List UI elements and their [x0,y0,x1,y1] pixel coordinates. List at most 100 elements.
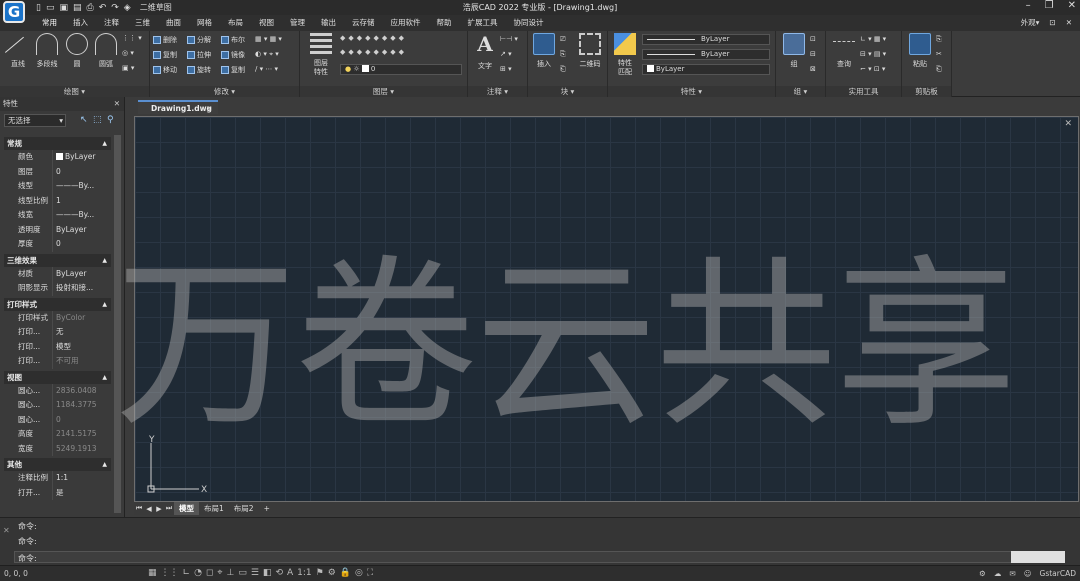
props-section-header[interactable]: 三维效果 ▲ [4,253,111,267]
collapse-icon[interactable]: ▲ [102,458,107,471]
mirror-button[interactable]: 镜像 [221,50,245,60]
fullscreen-icon[interactable]: ⛶ [367,568,373,578]
tab-insert[interactable]: 插入 [65,15,96,31]
tab-3d[interactable]: 三维 [127,15,158,31]
tab-output[interactable]: 输出 [313,15,344,31]
command-input[interactable]: 命令: [14,551,1064,563]
props-section-header[interactable]: 常规 ▲ [4,137,111,150]
property-row[interactable]: 宽度 5249.1913 [4,441,111,456]
scale-readout[interactable]: 1:1 [297,568,311,578]
rotate-button[interactable]: 旋转 [187,65,211,75]
lweight-icon[interactable]: ☰ [251,568,259,578]
property-value[interactable]: 2836.0408 [52,383,111,398]
group-button[interactable]: 组 [780,33,808,69]
appearance-menu[interactable]: 外观▾ [1021,15,1040,31]
props-section-header[interactable]: 打印样式 ▲ [4,297,111,311]
property-row[interactable]: 圆心... 1184.3775 [4,398,111,413]
tab-annotate[interactable]: 注释 [96,15,127,31]
otrack-icon[interactable]: ⌖ [217,568,222,578]
quick-select-icon[interactable]: ⚲ [107,115,118,126]
qrcode-button[interactable]: 二维码 [576,33,604,69]
line-button[interactable]: 直线 [4,33,32,69]
tab-surface[interactable]: 曲面 [158,15,189,31]
collapse-icon[interactable]: ▲ [102,137,107,150]
block-tool-3[interactable]: ⎗ [560,65,566,74]
duplicate-button[interactable]: 复制 [221,65,245,75]
annotation-visibility-icon[interactable]: ⚑ [316,568,324,578]
draw-panel-label[interactable]: 绘图 ▾ [0,86,149,97]
property-row[interactable]: 线型比例 1 [4,193,111,208]
clipboard-panel-label[interactable]: 剪贴板 [902,86,951,97]
group-panel-label[interactable]: 组 ▾ [776,86,825,97]
osnap-icon[interactable]: ◻ [206,568,213,578]
group-tool-1[interactable]: ⊡ [810,35,816,43]
collapse-icon[interactable]: ▲ [102,371,107,384]
selection-select[interactable]: 无选择 ▾ [4,114,66,127]
add-layout-button[interactable]: + [259,502,275,515]
group-tool-2[interactable]: ⊟ [810,50,816,58]
draw-more-3[interactable]: ▣ ▾ [122,64,134,72]
copy-clip-icon[interactable]: ⎘ [936,35,942,44]
layer-tools-row-1[interactable]: ◆◆◆◆◆◆◆◆ [340,34,407,42]
boolean-button[interactable]: 布尔 [221,35,245,45]
annotate-panel-label[interactable]: 注释 ▾ [468,86,527,97]
ducs-icon[interactable]: ⊥ [226,568,234,578]
modify-panel-label[interactable]: 修改 ▾ [150,86,299,97]
message-icon[interactable]: ✉ [1009,569,1015,578]
circle-button[interactable]: 圆 [63,33,91,69]
layer-panel-label[interactable]: 图层 ▾ [300,86,467,97]
linetype-select[interactable]: ByLayer [642,34,770,45]
utilities-panel-label[interactable]: 实用工具 [826,86,901,97]
tab-manage[interactable]: 管理 [282,15,313,31]
first-layout-icon[interactable]: ⏮ [134,504,144,513]
dyn-icon[interactable]: ▭ [238,568,247,578]
clip-more-icon[interactable]: ⎗ [936,65,942,74]
property-value[interactable]: 投射和接... [52,281,111,296]
move-button[interactable]: 移动 [153,65,177,75]
tab-layout[interactable]: 布局 [220,15,251,31]
draw-more-2[interactable]: ◎ ▾ [122,49,134,57]
property-row[interactable]: 图层 0 [4,164,111,179]
table-button[interactable]: ⊞ ▾ [500,65,512,73]
user-icon[interactable]: ☺ [1024,569,1032,578]
property-row[interactable]: 打印... 不可用 [4,354,111,369]
tab-model[interactable]: 模型 [174,502,199,515]
property-row[interactable]: 注释比例 1:1 [4,471,111,486]
tab-view[interactable]: 视图 [251,15,282,31]
modify-more-3[interactable]: / ▾ ⋯ ▾ [255,65,278,73]
utility-tool-2[interactable]: ⊟ ▾ ▤ ▾ [860,50,886,58]
tab-drawing1[interactable]: Drawing1.dwg × [138,100,218,114]
tab-layout2[interactable]: 布局2 [229,502,259,515]
tab-collab[interactable]: 协同设计 [506,15,552,31]
tab-home[interactable]: 常用 [34,15,65,31]
match-properties-button[interactable]: 特性 匹配 [610,33,640,77]
collapse-icon[interactable]: ▲ [102,298,107,311]
property-value[interactable]: 模型 [52,339,111,354]
modify-more-2[interactable]: ◐ ▾ ⌖ ▾ [255,50,279,59]
query-button[interactable]: 查询 [830,33,858,69]
property-value[interactable]: 0 [52,164,111,179]
property-value[interactable]: 1 [52,193,111,208]
last-layout-icon[interactable]: ⏭ [164,504,174,513]
utility-tool-3[interactable]: ⌐ ▾ ⊡ ▾ [860,65,885,73]
property-value[interactable]: 0 [52,237,111,252]
prev-layout-icon[interactable]: ◀ [144,505,154,513]
color-select[interactable]: ByLayer [642,64,770,75]
tab-cloud[interactable]: 云存储 [344,15,383,31]
lock-icon[interactable]: 🔒 [340,568,351,578]
block-tool-2[interactable]: ⎘ [560,50,566,59]
property-value[interactable]: ByLayer [52,150,111,165]
property-value[interactable]: 0 [52,412,111,427]
property-row[interactable]: 厚度 0 [4,237,111,252]
property-row[interactable]: 打印... 无 [4,325,111,340]
select-objects-icon[interactable]: ⬚ [93,115,104,126]
ortho-icon[interactable]: ∟ [183,568,191,578]
property-value[interactable]: 无 [52,325,111,340]
cloud-icon[interactable]: ☁ [994,569,1002,578]
property-row[interactable]: 高度 2141.5175 [4,427,111,442]
property-value[interactable]: ByLayer [52,266,111,281]
snap-icon[interactable]: ⋮⋮ [161,568,179,578]
transparency-icon[interactable]: ◧ [263,568,272,578]
properties-panel-label[interactable]: 特性 ▾ [608,86,775,97]
layer-tools-row-2[interactable]: ◆◆◆◆◆◆◆◆ [340,48,407,56]
